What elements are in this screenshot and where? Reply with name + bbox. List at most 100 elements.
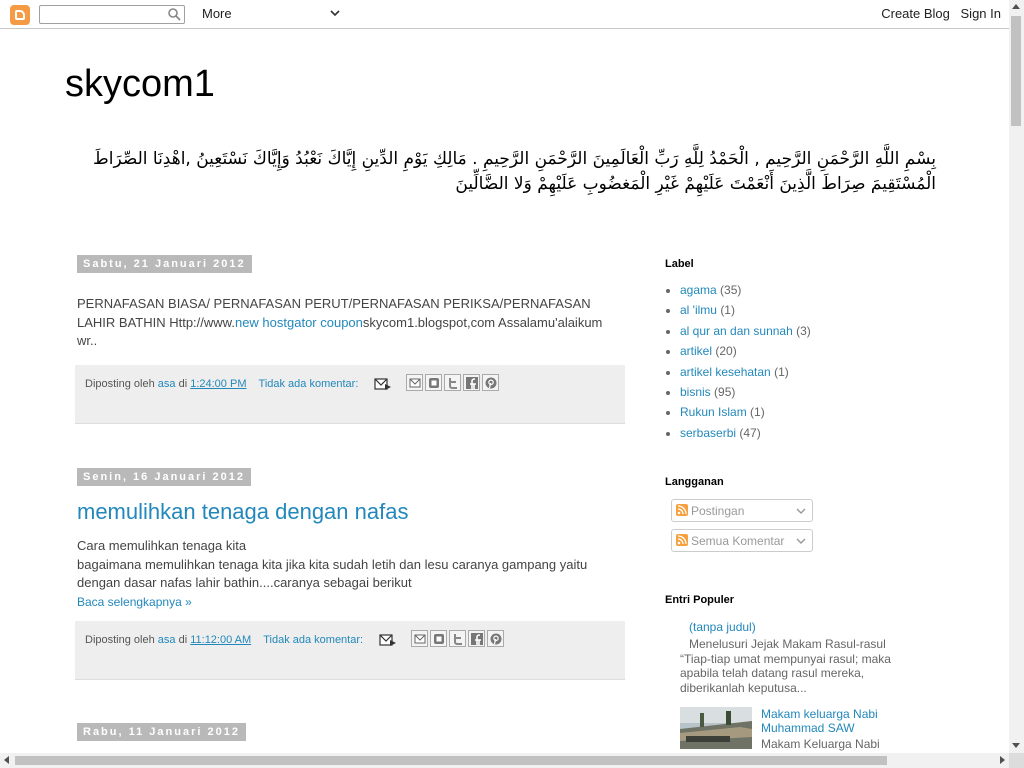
chevron-down-icon (796, 538, 806, 545)
main-column: Sabtu, 21 Januari 2012 PERNAFASAN BIASA/… (75, 254, 625, 741)
label-link-serbaserbi[interactable]: serbaserbi (680, 426, 736, 440)
email-post-icon[interactable] (374, 377, 392, 391)
at-label: di (178, 378, 188, 390)
label-link-al-quran-dan-sunnah[interactable]: al qur an dan sunnah (680, 324, 793, 338)
share-email-button[interactable] (406, 374, 423, 391)
blogger-logo-icon[interactable] (10, 5, 30, 25)
subscribe-comments-label: Semua Komentar (691, 534, 785, 549)
label-item: Rukun Islam (1) (680, 402, 915, 422)
share-twitter-button[interactable] (449, 630, 466, 647)
label-link-rukun-islam[interactable]: Rukun Islam (680, 405, 747, 419)
rss-feed-icon (676, 504, 688, 517)
scrollbar-corner (1009, 753, 1024, 768)
share-facebook-button[interactable] (463, 374, 480, 391)
email-post-icon[interactable] (379, 633, 397, 647)
share-buttons (406, 374, 501, 391)
share-facebook-button[interactable] (468, 630, 485, 647)
scroll-down-arrow-icon[interactable] (1012, 743, 1020, 748)
at-label: di (178, 634, 188, 646)
popular-post-title-link[interactable]: Makam keluarga Nabi Muhammad SAW (761, 707, 891, 735)
search-input[interactable] (44, 7, 162, 22)
subscribe-posts-label: Postingan (691, 504, 745, 519)
post-meta: Diposting oleh asa di 1:24:00 PM Tidak a… (85, 378, 358, 390)
popular-post-snippet: Makam Keluarga Nabi (761, 737, 880, 752)
create-blog-link[interactable]: Create Blog (881, 6, 950, 21)
date-header: Sabtu, 21 Januari 2012 (77, 255, 252, 273)
post-text: bagaimana memulihkan tenaga kita jika ki… (77, 556, 588, 591)
more-dropdown[interactable]: More (202, 6, 232, 21)
share-pinterest-button[interactable] (482, 374, 499, 391)
subscribe-widget-title: Langganan (665, 476, 724, 489)
post-meta: Diposting oleh asa di 11:12:00 AM Tidak … (85, 634, 363, 646)
chevron-down-icon[interactable] (330, 9, 340, 17)
share-email-button[interactable] (411, 630, 428, 647)
blogger-icon (433, 633, 444, 644)
label-count: (1) (720, 303, 735, 318)
blog-description: بِسْمِ اللَّهِ الرَّحْمَنِ الرَّحِيم , ا… (93, 149, 936, 194)
post-timestamp-link[interactable]: 11:12:00 AM (190, 634, 251, 646)
date-header: Senin, 16 Januari 2012 (77, 468, 252, 486)
label-link-agama[interactable]: agama (680, 283, 717, 297)
share-blogger-button[interactable] (425, 374, 442, 391)
label-count: (95) (714, 385, 736, 400)
facebook-icon (470, 632, 483, 645)
posted-by-label: Diposting oleh (85, 378, 155, 390)
search-icon[interactable] (167, 7, 181, 21)
label-count: (1) (774, 364, 789, 379)
navbar-search-box[interactable] (39, 5, 185, 24)
label-count: (35) (720, 283, 742, 297)
scroll-up-arrow-icon[interactable] (1012, 4, 1020, 9)
post-timestamp-link[interactable]: 1:24:00 PM (190, 378, 246, 390)
subscribe-comments-dropdown[interactable]: Semua Komentar (671, 529, 813, 553)
popular-post-snippet-text: Menelusuri Jejak Makam Rasul-rasul “Tiap… (680, 637, 891, 695)
author-link[interactable]: asa (158, 378, 176, 390)
horizontal-scroll-thumb[interactable] (15, 756, 887, 765)
label-item: bisnis (95) (680, 382, 915, 402)
twitter-icon (453, 633, 462, 645)
gmail-icon (409, 378, 420, 387)
vertical-scrollbar[interactable] (1009, 0, 1024, 753)
sidebar: Label agama (35) al 'ilmu (1) al qur an … (665, 258, 915, 757)
scroll-right-arrow-icon[interactable] (1000, 756, 1005, 764)
label-item: al 'ilmu (1) (680, 300, 915, 320)
sign-in-link[interactable]: Sign In (961, 6, 1001, 21)
popular-post-title-link[interactable]: (tanpa judul) (689, 620, 905, 634)
popular-post-thumbnail[interactable] (680, 707, 752, 750)
blogger-navbar: More Create Blog Sign In (0, 0, 1009, 29)
vertical-scroll-thumb[interactable] (1011, 16, 1021, 126)
label-count: (3) (796, 323, 811, 338)
post-body: Cara memulihkan tenaga kita bagaimana me… (75, 537, 625, 621)
rss-feed-icon (676, 534, 688, 547)
comments-link[interactable]: Tidak ada komentar: (263, 634, 363, 646)
thumbnail-image-icon (680, 707, 752, 750)
label-count: (1) (750, 405, 765, 420)
share-pinterest-button[interactable] (487, 630, 504, 647)
author-link[interactable]: asa (158, 634, 176, 646)
popular-post-item: (tanpa judul) Menelusuri Jejak Makam Ras… (665, 620, 905, 695)
share-twitter-button[interactable] (444, 374, 461, 391)
horizontal-scrollbar[interactable] (0, 753, 1009, 768)
posted-by-label: Diposting oleh (85, 634, 155, 646)
label-link-artikel-kesehatan[interactable]: artikel kesehatan (680, 365, 771, 379)
label-item: artikel (20) (680, 341, 915, 361)
read-more-link[interactable]: Baca selengkapnya » (77, 595, 192, 609)
subscribe-posts-dropdown[interactable]: Postingan (671, 499, 813, 523)
blog-title[interactable]: skycom1 (65, 63, 215, 106)
label-link-bisnis[interactable]: bisnis (680, 385, 711, 399)
post-footer: Diposting oleh asa di 1:24:00 PM Tidak a… (75, 365, 625, 424)
post-body: PERNAFASAN BIASA/ PERNAFASAN PERUT/PERNA… (75, 295, 625, 365)
label-link-al-ilmu[interactable]: al 'ilmu (680, 303, 717, 317)
pinterest-icon (490, 633, 501, 644)
share-buttons (411, 630, 506, 647)
popular-posts-widget-title: Entri Populer (665, 594, 735, 607)
label-list: agama (35) al 'ilmu (1) al qur an dan su… (665, 280, 915, 443)
popular-post-snippet: Menelusuri Jejak Makam Rasul-rasul “Tiap… (680, 637, 905, 695)
share-blogger-button[interactable] (430, 630, 447, 647)
post-inline-link[interactable]: new hostgator coupon (235, 315, 363, 330)
scroll-left-arrow-icon[interactable] (4, 756, 9, 764)
comments-link[interactable]: Tidak ada komentar: (259, 378, 359, 390)
label-link-artikel[interactable]: artikel (680, 344, 712, 358)
twitter-icon (448, 377, 457, 389)
facebook-icon (465, 376, 478, 389)
post-title-link[interactable]: memulihkan tenaga dengan nafas (75, 500, 625, 524)
